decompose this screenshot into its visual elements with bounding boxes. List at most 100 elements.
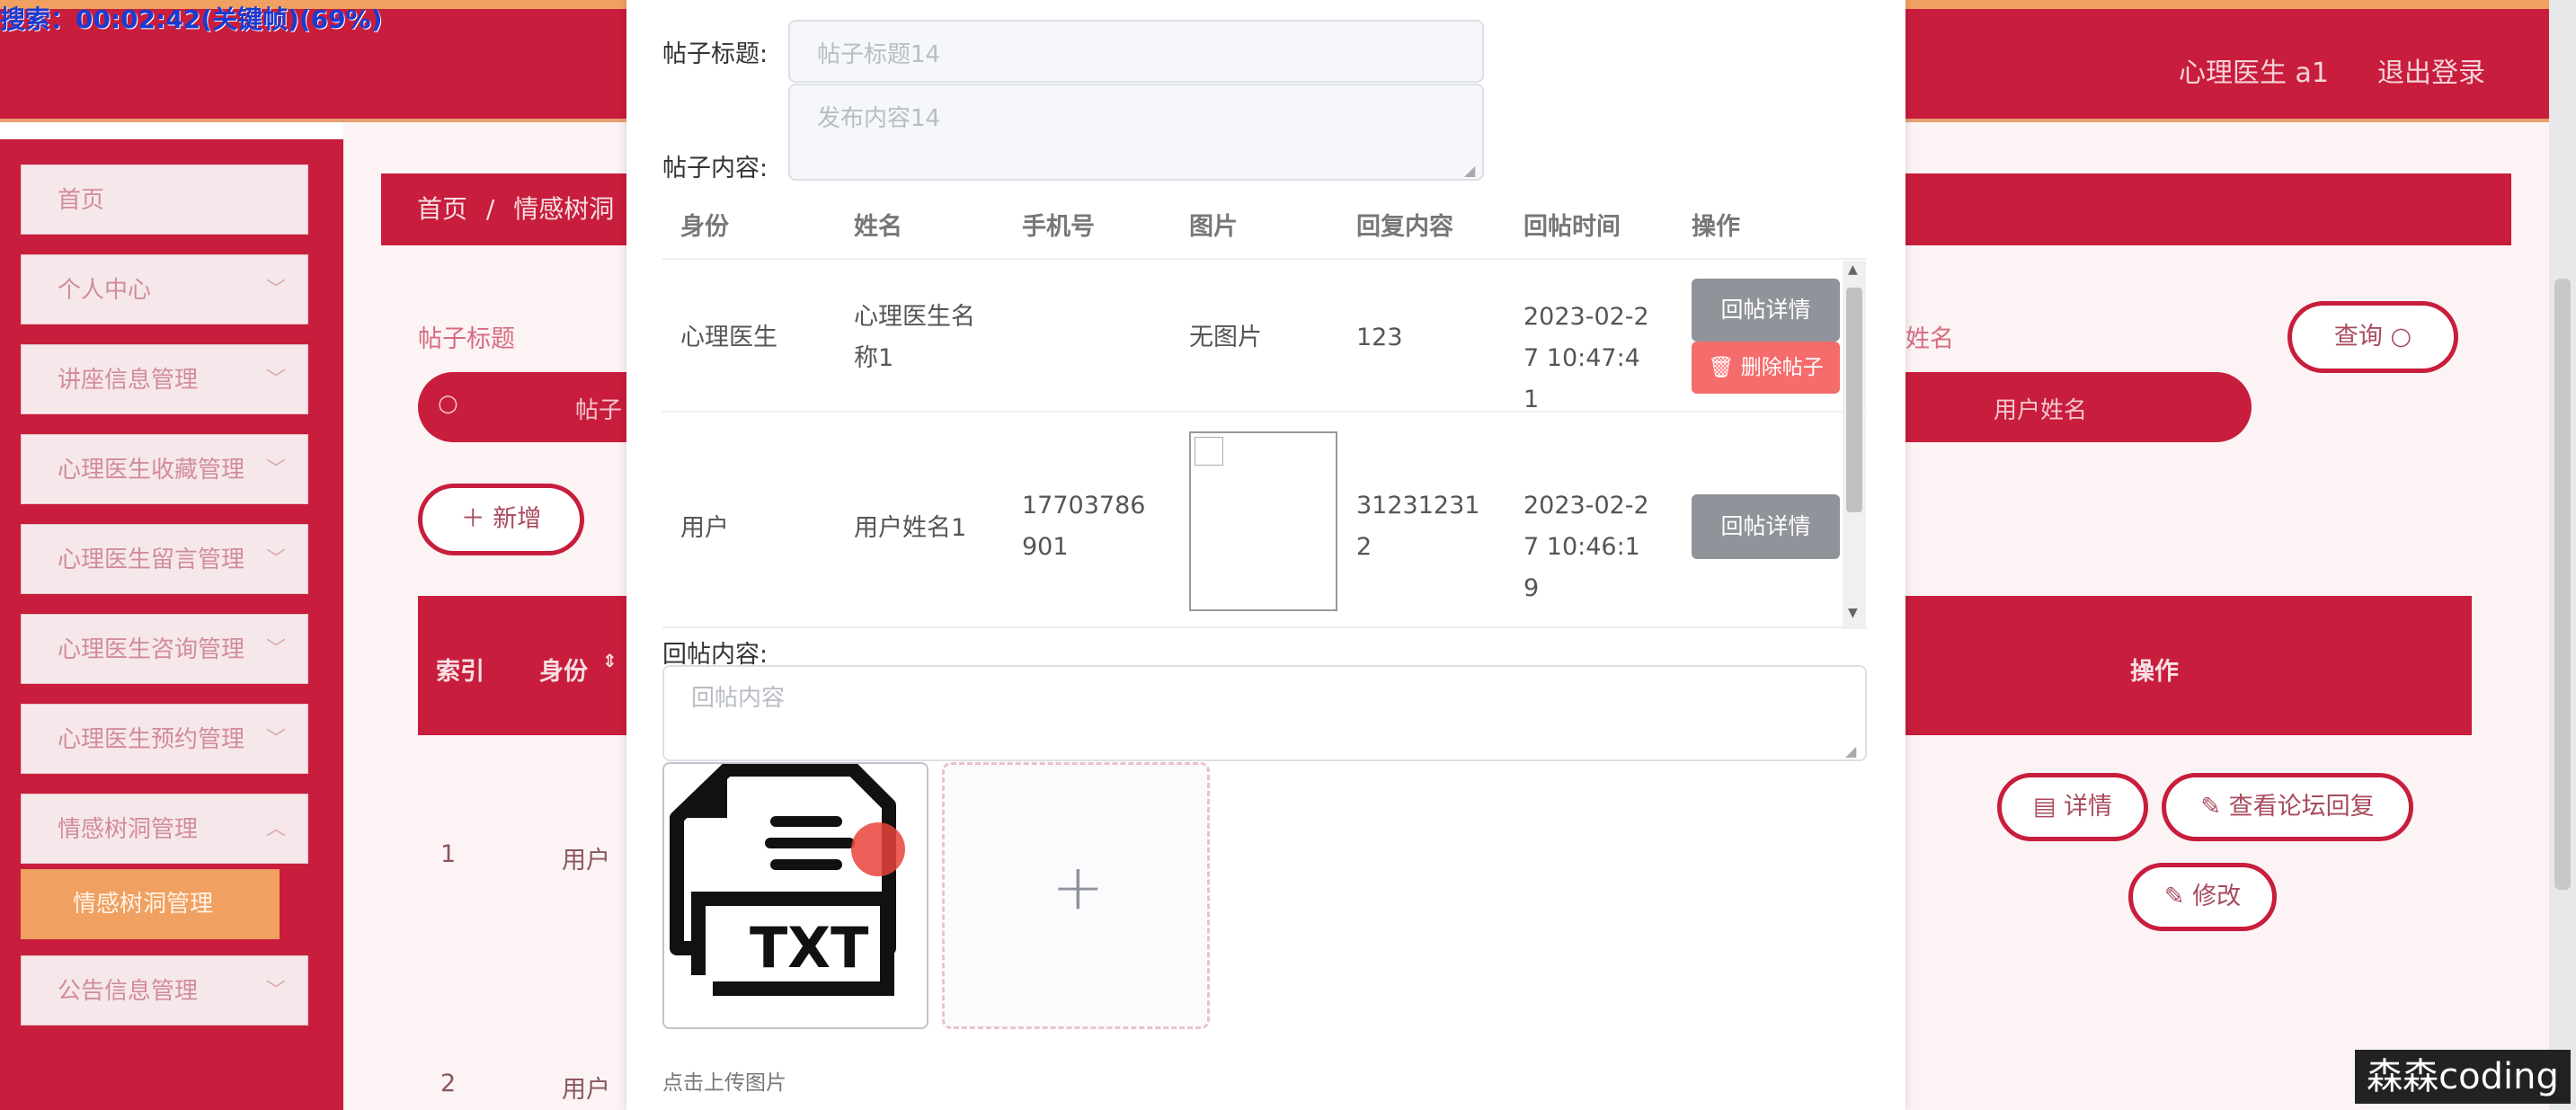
filter-name-input[interactable]: 用户姓名	[1994, 392, 2087, 425]
chevron-down-icon: ﹀	[265, 279, 286, 301]
chevron-down-icon: ﹀	[265, 548, 286, 571]
forum-reply-button[interactable]: ✎ 查看论坛回复	[2162, 773, 2413, 841]
reply-content: 123	[1356, 324, 1403, 351]
title-field[interactable]: 帖子标题14	[788, 20, 1484, 83]
sidebar-subitem-tree-hole[interactable]: 情感树洞管理	[21, 869, 280, 939]
search-icon: ○	[438, 390, 458, 417]
chevron-down-icon: ﹀	[265, 728, 286, 750]
file-type-label: TXT	[750, 915, 869, 981]
sidebar-item-home[interactable]: 首页	[21, 164, 308, 235]
col-actions: 操作	[1692, 213, 1740, 241]
add-button[interactable]: ＋ 新增	[418, 484, 584, 555]
sidebar-item-tree-hole[interactable]: 情感树洞管理 ︿	[21, 794, 308, 864]
txt-file-icon	[670, 764, 905, 1011]
reply-time: 2023-02-27 10:46:19	[1523, 492, 1649, 602]
reply-content: 312312312	[1356, 492, 1480, 561]
chevron-down-icon: ﹀	[265, 369, 286, 391]
sidebar-item-label: 个人中心	[58, 277, 152, 304]
document-icon: ▤	[2032, 793, 2056, 821]
sidebar-item-label: 首页	[58, 187, 105, 214]
scroll-down-icon[interactable]: ▼	[1848, 606, 1858, 620]
table-scrollbar[interactable]: ▲ ▼	[1843, 261, 1866, 629]
search-icon: ○	[2390, 323, 2412, 351]
sidebar-item-notice[interactable]: 公告信息管理 ﹀	[21, 955, 308, 1026]
chevron-up-icon: ︿	[265, 818, 286, 840]
col-reply: 回复内容	[1356, 213, 1453, 241]
channel-watermark: 森森coding	[2355, 1050, 2571, 1104]
row-index: 1	[440, 840, 457, 868]
plus-icon: +	[1052, 850, 1105, 924]
upload-hint: 点击上传图片	[662, 1071, 786, 1095]
reply-phone: 17703786901	[1022, 492, 1146, 561]
table-divider	[662, 626, 1867, 628]
reply-detail-button[interactable]: 回帖详情	[1692, 494, 1840, 559]
table-divider	[662, 411, 1867, 413]
sidebar-item-appointment[interactable]: 心理医生预约管理 ﹀	[21, 704, 308, 774]
edit-icon: ✎	[2200, 793, 2222, 821]
sidebar-item-label: 公告信息管理	[58, 978, 199, 1005]
title-field-label: 帖子标题:	[662, 40, 768, 68]
col-time: 回帖时间	[1523, 213, 1621, 241]
filter-title-input[interactable]: 帖子	[575, 392, 622, 425]
sidebar-item-label: 讲座信息管理	[58, 367, 199, 394]
chevron-down-icon: ﹀	[265, 458, 286, 481]
table-divider	[662, 258, 1867, 260]
sidebar-item-personal-center[interactable]: 个人中心 ﹀	[21, 254, 308, 324]
page-scrollbar[interactable]	[2549, 0, 2576, 1110]
col-identity[interactable]: 身份	[539, 652, 588, 687]
col-name: 姓名	[854, 213, 902, 241]
chevron-down-icon: ﹀	[265, 980, 286, 1002]
resize-handle-icon[interactable]: ◢	[1464, 162, 1475, 179]
content-field-label: 帖子内容:	[662, 155, 768, 182]
col-actions: 操作	[2130, 658, 2179, 686]
sidebar-item-label: 心理医生留言管理	[58, 546, 245, 573]
sidebar-item-favorites[interactable]: 心理医生收藏管理 ﹀	[21, 434, 308, 504]
uploaded-file-thumbnail[interactable]: TXT	[662, 762, 928, 1029]
delete-post-button[interactable]: 🗑 删除帖子	[1692, 342, 1840, 394]
reply-name: 心理医生名称1	[854, 303, 975, 372]
logout-link[interactable]: 退出登录	[2377, 50, 2485, 90]
query-button[interactable]: 查询 ○	[2287, 301, 2458, 373]
chevron-down-icon: ﹀	[265, 638, 286, 661]
col-index: 索引	[436, 658, 484, 686]
detail-button[interactable]: ▤ 详情	[1997, 773, 2148, 841]
content-field[interactable]: 发布内容14	[788, 84, 1484, 181]
reply-image-thumbnail[interactable]	[1189, 431, 1337, 611]
sidebar-item-label: 心理医生收藏管理	[58, 457, 245, 484]
sidebar-item-messages[interactable]: 心理医生留言管理 ﹀	[21, 524, 308, 594]
reply-field[interactable]: 回帖内容	[662, 665, 1867, 761]
trash-icon: 🗑	[1708, 356, 1735, 379]
search-status-overlay: 搜索：00:02:42(关键帧)(69%)	[0, 4, 383, 34]
edit-button[interactable]: ✎ 修改	[2128, 863, 2277, 931]
sort-icon[interactable]: ⇕	[602, 650, 617, 671]
plus-icon: ＋	[460, 505, 485, 533]
current-user-label: 心理医生 a1	[2179, 58, 2330, 89]
sidebar-item-consult[interactable]: 心理医生咨询管理 ﹀	[21, 614, 308, 684]
scroll-up-icon[interactable]: ▲	[1848, 262, 1858, 277]
reply-identity: 用户	[680, 514, 729, 542]
row-identity: 用户	[562, 1076, 610, 1104]
forum-post-dialog: 帖子标题: 帖子标题14 帖子内容: 发布内容14 ◢ 身份 姓名 手机号 图片…	[626, 0, 1905, 1110]
col-image: 图片	[1189, 213, 1238, 241]
reply-image: 无图片	[1189, 324, 1262, 351]
sidebar-item-label: 心理医生预约管理	[58, 726, 245, 753]
col-identity: 身份	[680, 213, 729, 241]
sidebar-item-label: 心理医生咨询管理	[58, 636, 245, 663]
breadcrumb-current: 情感树洞	[513, 194, 615, 224]
reply-detail-button[interactable]: 回帖详情	[1692, 279, 1840, 342]
reply-name: 用户姓名1	[854, 514, 967, 542]
row-index: 2	[440, 1070, 457, 1097]
filter-title-label: 帖子标题	[418, 325, 515, 353]
upload-picture-box[interactable]: +	[942, 762, 1210, 1029]
sidebar: 首页 个人中心 ﹀ 讲座信息管理 ﹀ 心理医生收藏管理 ﹀ 心理医生留言管理 ﹀ 心理医…	[0, 139, 343, 1110]
sidebar-item-lecture[interactable]: 讲座信息管理 ﹀	[21, 344, 308, 414]
col-phone: 手机号	[1022, 213, 1095, 241]
filter-name-label: 姓名	[1905, 325, 1954, 353]
edit-icon: ✎	[2163, 883, 2185, 910]
breadcrumb-home[interactable]: 首页	[417, 194, 467, 224]
broken-image-icon	[1195, 437, 1223, 466]
breadcrumb-separator: /	[485, 194, 495, 224]
resize-handle-icon[interactable]: ◢	[1845, 742, 1856, 759]
sidebar-item-label: 情感树洞管理	[58, 816, 199, 843]
reply-time: 2023-02-27 10:47:41	[1523, 303, 1649, 413]
